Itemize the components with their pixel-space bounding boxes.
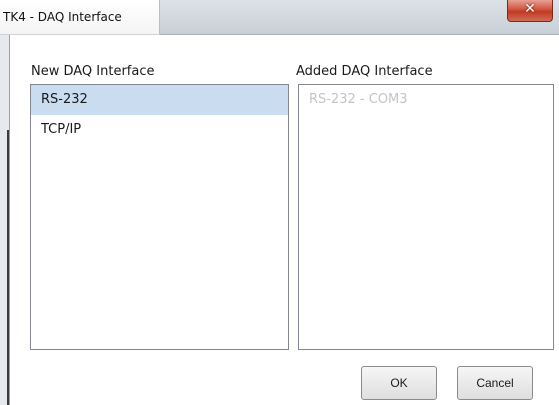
window-title: TK4 - DAQ Interface — [3, 10, 122, 24]
new-daq-interface-list[interactable]: RS-232 TCP/IP — [30, 84, 289, 350]
list-item-rs232[interactable]: RS-232 — [31, 85, 288, 115]
close-icon: ✕ — [524, 1, 536, 17]
new-daq-interface-label: New DAQ Interface — [31, 64, 155, 79]
list-item-tcpip[interactable]: TCP/IP — [31, 115, 288, 145]
added-daq-interface-list[interactable]: RS-232 - COM3 — [298, 84, 554, 350]
list-item-rs232-com3: RS-232 - COM3 — [309, 92, 408, 107]
daq-interface-dialog: TK4 - DAQ Interface ✕ New DAQ Interface … — [0, 0, 559, 405]
window-left-edge — [7, 130, 9, 405]
title-bar[interactable]: TK4 - DAQ Interface ✕ — [0, 0, 559, 35]
cancel-button[interactable]: Cancel — [457, 366, 533, 400]
ok-button[interactable]: OK — [361, 366, 437, 400]
close-button[interactable]: ✕ — [507, 0, 553, 22]
title-tab: TK4 - DAQ Interface — [0, 0, 160, 35]
added-daq-interface-label: Added DAQ Interface — [296, 64, 433, 79]
